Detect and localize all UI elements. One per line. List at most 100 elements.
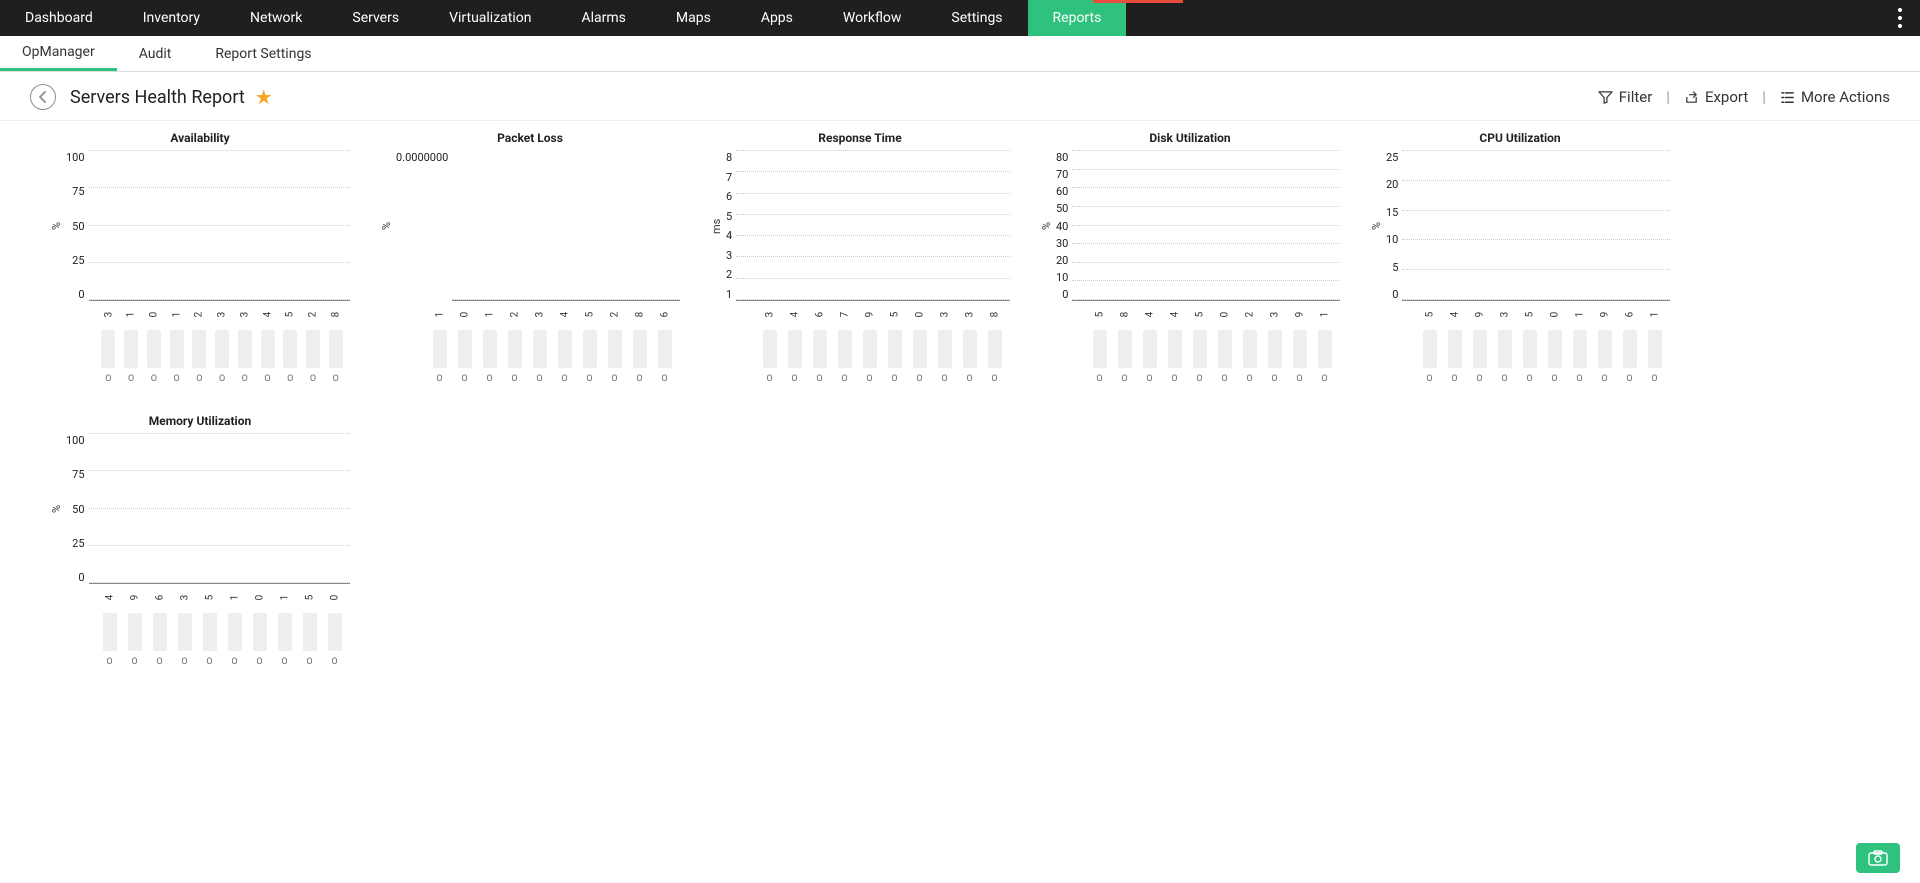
nav-item-maps[interactable]: Maps — [651, 0, 736, 36]
x-tick: 6O — [809, 303, 830, 384]
x-tick: 9O — [1594, 303, 1615, 384]
chart-packet-loss: Packet Loss%0.00000001O0O1O2O3O4O5O2O8O6… — [380, 131, 680, 384]
x-tick: 8O — [984, 303, 1005, 384]
x-tick: 6O — [1619, 303, 1640, 384]
x-tick: 5O — [1189, 303, 1210, 384]
x-tick: 2O — [304, 303, 323, 384]
x-tick: 5O — [884, 303, 905, 384]
x-tick: 3O — [235, 303, 254, 384]
x-tick: 5O — [1089, 303, 1110, 384]
sub-nav: OpManagerAuditReport Settings — [0, 36, 1920, 72]
x-tick: 1O — [122, 303, 141, 384]
subnav-item-report-settings[interactable]: Report Settings — [193, 36, 333, 71]
separator: | — [1666, 88, 1670, 106]
chart-title: Availability — [50, 131, 350, 145]
x-tick: 5O — [199, 586, 220, 667]
filter-button[interactable]: Filter — [1598, 88, 1653, 106]
x-tick: 2O — [1239, 303, 1260, 384]
x-tick: 8O — [629, 303, 650, 384]
x-tick: 3O — [1264, 303, 1285, 384]
nav-item-inventory[interactable]: Inventory — [118, 0, 225, 36]
x-axis: 3O4O6O7O9O5O0O3O3O8O — [754, 301, 1010, 384]
x-tick: 5O — [281, 303, 300, 384]
nav-item-apps[interactable]: Apps — [736, 0, 818, 36]
x-tick: 0O — [144, 303, 163, 384]
favorite-star-icon[interactable]: ★ — [255, 85, 273, 109]
x-axis: 5O8O4O4O5O0O2O3O9O1O — [1084, 301, 1340, 384]
page-header: Servers Health Report ★ Filter | Export … — [0, 72, 1920, 121]
nav-item-servers[interactable]: Servers — [327, 0, 424, 36]
chart-title: Disk Utilization — [1040, 131, 1340, 145]
y-axis-ticks: 0.0000000 — [394, 151, 452, 301]
y-axis-ticks: 2520151050 — [1384, 151, 1402, 301]
nav-item-virtualization[interactable]: Virtualization — [424, 0, 556, 36]
x-tick: 2O — [504, 303, 525, 384]
more-actions-button[interactable]: More Actions — [1780, 88, 1890, 106]
x-tick: 0O — [249, 586, 270, 667]
x-tick: 1O — [479, 303, 500, 384]
more-actions-label: More Actions — [1801, 88, 1890, 106]
x-tick: 4O — [1444, 303, 1465, 384]
x-tick: 1O — [167, 303, 186, 384]
x-tick: 1O — [224, 586, 245, 667]
screenshot-button[interactable] — [1856, 843, 1900, 873]
separator: | — [1762, 88, 1766, 106]
chart-title: Memory Utilization — [50, 414, 350, 428]
x-tick: 3O — [959, 303, 980, 384]
charts-grid: Availability%10075502503O1O0O1O2O3O3O4O5… — [0, 121, 1920, 707]
nav-item-alarms[interactable]: Alarms — [556, 0, 650, 36]
plot-area — [452, 151, 680, 301]
nav-item-settings[interactable]: Settings — [926, 0, 1027, 36]
x-tick: 1O — [274, 586, 295, 667]
x-tick: 9O — [1289, 303, 1310, 384]
x-tick: 8O — [326, 303, 345, 384]
camera-icon — [1868, 850, 1888, 866]
chart-title: CPU Utilization — [1370, 131, 1670, 145]
x-tick: 1O — [1644, 303, 1665, 384]
x-axis: 1O0O1O2O3O4O5O2O8O6O — [424, 301, 680, 384]
overflow-menu-button[interactable] — [1880, 0, 1920, 36]
nav-item-network[interactable]: Network — [225, 0, 327, 36]
x-tick: 4O — [1164, 303, 1185, 384]
plot-area — [736, 151, 1010, 301]
y-axis-label: % — [380, 151, 394, 301]
x-tick: 3O — [1494, 303, 1515, 384]
x-axis: 5O4O9O3O5O0O1O9O6O1O — [1414, 301, 1670, 384]
nav-item-reports[interactable]: Reports — [1028, 0, 1127, 36]
subnav-item-audit[interactable]: Audit — [117, 36, 194, 71]
export-button[interactable]: Export — [1684, 88, 1748, 106]
x-tick: 5O — [1419, 303, 1440, 384]
export-label: Export — [1705, 88, 1748, 106]
nav-item-dashboard[interactable]: Dashboard — [0, 0, 118, 36]
chart-title: Packet Loss — [380, 131, 680, 145]
x-tick: 0O — [1214, 303, 1235, 384]
plot-area — [1072, 151, 1340, 301]
x-tick: 5O — [299, 586, 320, 667]
x-tick: 4O — [554, 303, 575, 384]
y-axis-label: % — [1370, 151, 1384, 301]
x-tick: 9O — [859, 303, 880, 384]
x-tick: 0O — [909, 303, 930, 384]
y-axis-ticks: 87654321 — [724, 151, 736, 301]
x-tick: 4O — [99, 586, 120, 667]
x-tick: 3O — [174, 586, 195, 667]
x-tick: 5O — [1519, 303, 1540, 384]
subnav-item-opmanager[interactable]: OpManager — [0, 36, 117, 71]
x-tick: 2O — [604, 303, 625, 384]
chart-availability: Availability%10075502503O1O0O1O2O3O3O4O5… — [50, 131, 350, 384]
back-button[interactable] — [30, 84, 56, 110]
x-tick: 4O — [1139, 303, 1160, 384]
y-axis-ticks: 1007550250 — [64, 151, 89, 301]
funnel-icon — [1598, 90, 1613, 105]
plot-area — [1402, 151, 1670, 301]
chart-cpu-util: CPU Utilization%25201510505O4O9O3O5O0O1O… — [1370, 131, 1670, 384]
y-axis-ticks: 80706050403020100 — [1054, 151, 1072, 301]
nav-item-workflow[interactable]: Workflow — [818, 0, 927, 36]
x-tick: 0O — [454, 303, 475, 384]
x-tick: 4O — [258, 303, 277, 384]
list-icon — [1780, 90, 1795, 105]
x-tick: 0O — [324, 586, 345, 667]
header-actions: Filter | Export | More Actions — [1598, 88, 1890, 106]
x-tick: 3O — [213, 303, 232, 384]
x-tick: 1O — [1569, 303, 1590, 384]
